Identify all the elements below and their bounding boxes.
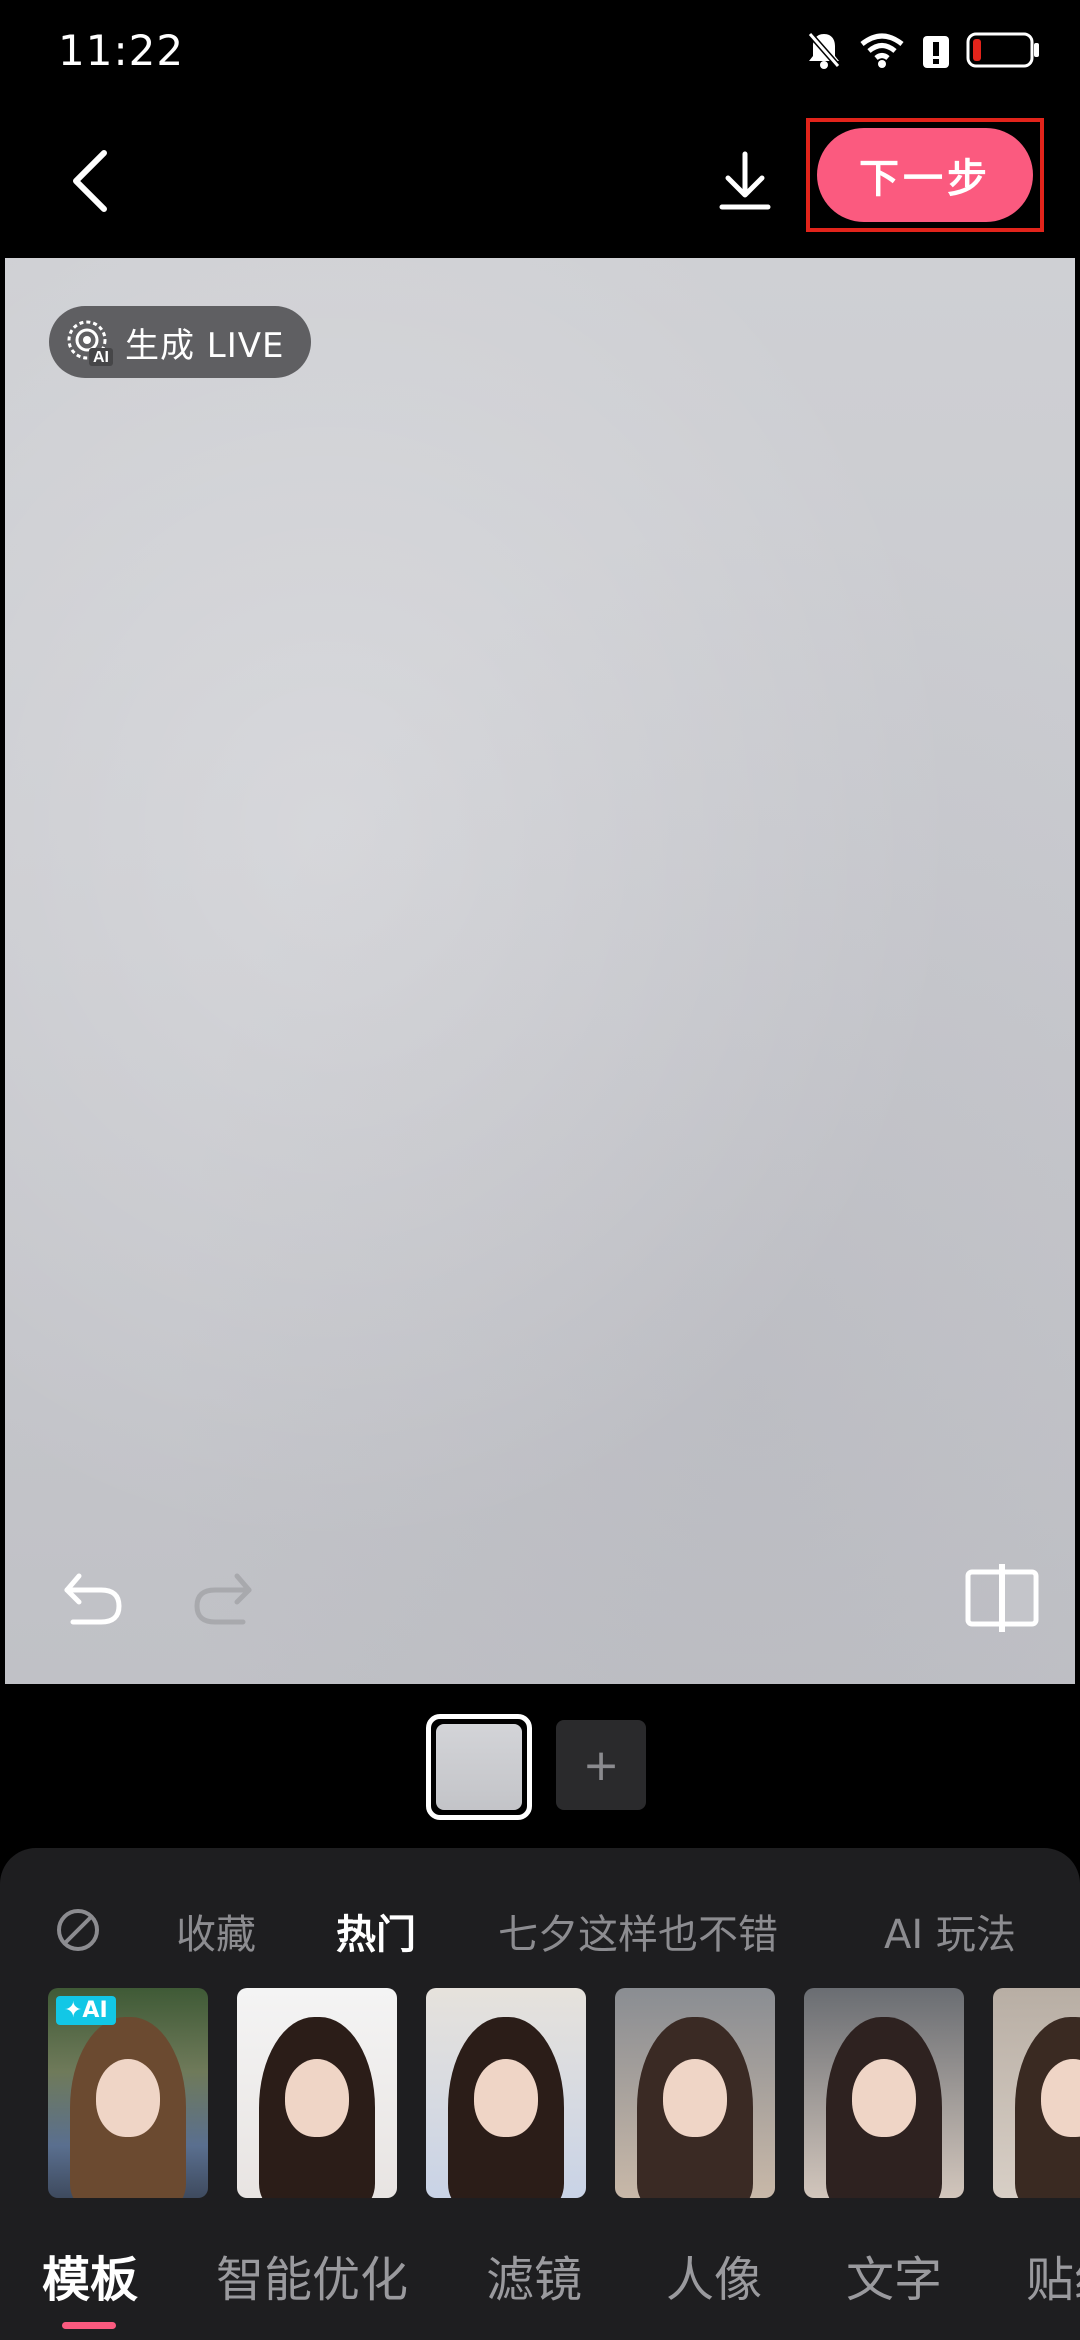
back-button[interactable] (50, 136, 130, 226)
undo-button[interactable] (53, 1558, 133, 1638)
category-ai-play[interactable]: AI 玩法 (884, 1902, 1016, 1960)
tab-filter[interactable]: 滤镜 (486, 2240, 582, 2310)
undo-icon (64, 1573, 122, 1625)
battery-low-icon (966, 30, 1040, 74)
tab-text[interactable]: 文字 (846, 2240, 942, 2310)
editor-top-bar: 下一步 (0, 110, 1080, 260)
add-photo-button[interactable]: + (556, 1720, 646, 1810)
ai-live-icon: AI (67, 320, 113, 366)
active-tab-indicator (62, 2322, 116, 2329)
status-icons (806, 30, 1040, 74)
template-panel: 收藏 热门 七夕这样也不错 AI 玩法 ✦AI 模板 智能优化 滤镜 人像 文字… (0, 1848, 1080, 2340)
tab-portrait[interactable]: 人像 (666, 2240, 762, 2310)
template-list: ✦AI (0, 1988, 1080, 2200)
photo-thumbnail-image (436, 1724, 522, 1810)
tool-tabs: 模板 智能优化 滤镜 人像 文字 贴纸 (0, 2240, 1080, 2320)
template-item[interactable] (426, 1988, 586, 2198)
category-qixi[interactable]: 七夕这样也不错 (498, 1902, 778, 1960)
redo-button[interactable] (183, 1558, 263, 1638)
status-bar: 11:22 (0, 0, 1080, 110)
template-item[interactable]: ✦AI (48, 1988, 208, 2198)
category-row: 收藏 热门 七夕这样也不错 AI 玩法 (0, 1888, 1080, 1968)
photo-thumbnail-selected[interactable] (426, 1714, 532, 1820)
tab-sticker[interactable]: 贴纸 (1026, 2240, 1080, 2310)
redo-icon (194, 1573, 252, 1625)
generate-live-label: 生成 LIVE (125, 325, 285, 366)
svg-text:AI: AI (93, 349, 109, 366)
alert-icon (922, 30, 950, 74)
status-time: 11:22 (58, 26, 185, 75)
category-hot[interactable]: 热门 (336, 1902, 416, 1960)
generate-live-button[interactable]: AI 生成 LIVE (49, 306, 311, 378)
next-button-highlight: 下一步 (806, 118, 1044, 232)
template-item[interactable] (804, 1988, 964, 2198)
tab-template[interactable]: 模板 (42, 2240, 138, 2310)
next-step-button[interactable]: 下一步 (817, 128, 1033, 222)
photo-canvas[interactable]: AI 生成 LIVE (5, 258, 1075, 1684)
template-item[interactable] (237, 1988, 397, 2198)
chevron-left-icon (73, 150, 107, 212)
tab-smart-optimize[interactable]: 智能优化 (216, 2240, 408, 2310)
download-icon (719, 151, 771, 210)
template-item[interactable] (615, 1988, 775, 2198)
ai-badge: ✦AI (56, 1996, 116, 2025)
no-effect-icon[interactable] (54, 1906, 102, 1954)
compare-button[interactable] (957, 1558, 1047, 1638)
bell-muted-icon (806, 30, 842, 74)
compare-icon (965, 1564, 1039, 1632)
wifi-icon (858, 30, 906, 74)
template-item[interactable] (993, 1988, 1080, 2198)
category-favorites[interactable]: 收藏 (176, 1902, 256, 1960)
download-button[interactable] (705, 136, 785, 226)
